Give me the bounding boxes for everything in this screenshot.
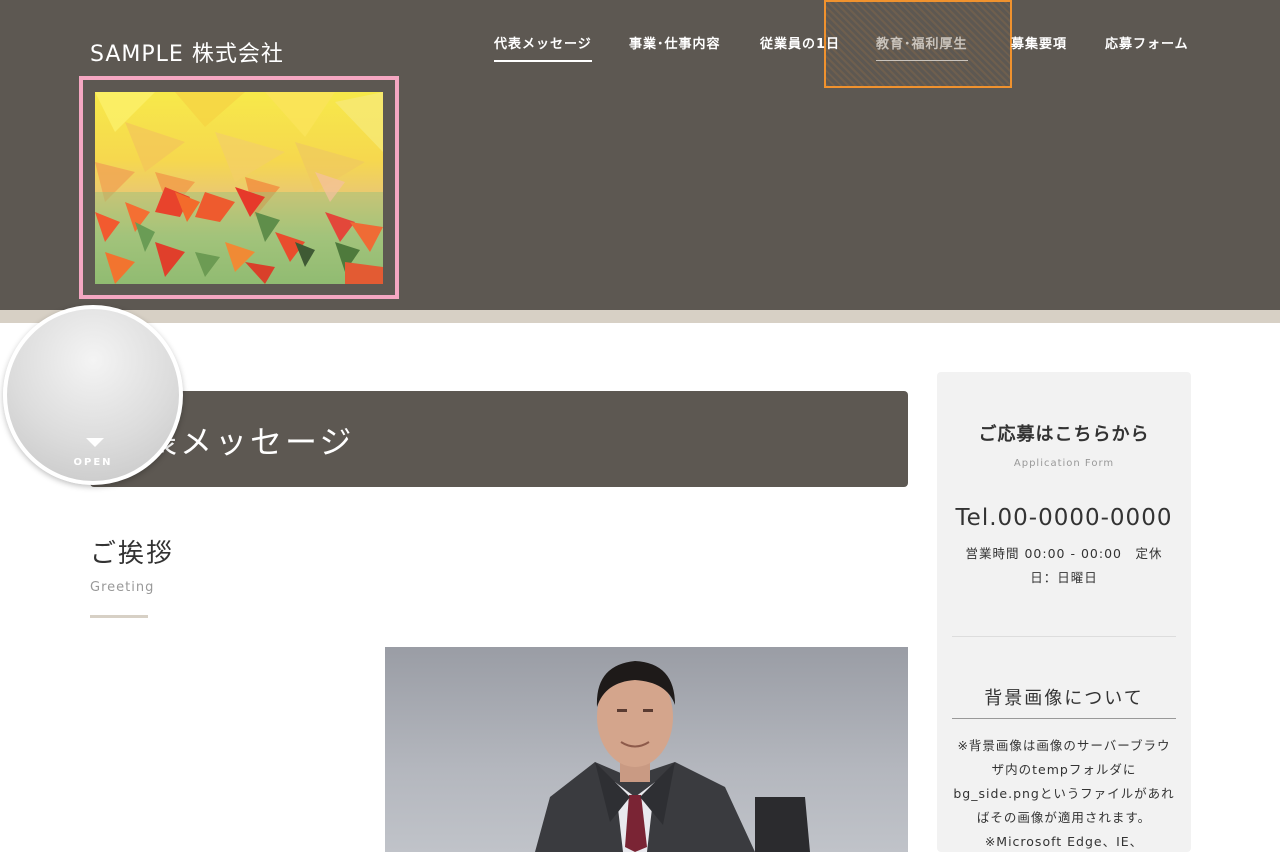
sidebar: ご応募はこちらから Application Form Tel.00-0000-0… [937,372,1191,852]
sidebar-business-hours: 営業時間 00:00 - 00:00 定休日：日曜日 [965,546,1163,585]
section-underline [90,615,148,618]
menu-open-button[interactable]: OPEN [3,305,183,485]
nav-item-education[interactable]: 教育･福利厚生 [876,33,968,61]
nav-item-message[interactable]: 代表メッセージ [494,33,592,62]
sidebar-bg-title: 背景画像について [952,684,1176,719]
global-nav: 代表メッセージ 事業･仕事内容 従業員の1日 教育･福利厚生 募集要項 応募フォ… [0,33,1280,63]
hero-image-frame [79,76,399,299]
nav-item-recruitment[interactable]: 募集要項 [1011,33,1067,60]
header-accent-strip [0,310,1280,323]
sidebar-phone-number[interactable]: Tel.00-0000-0000 [937,505,1191,531]
section-title: ご挨拶 [90,539,175,569]
nav-item-employee-day[interactable]: 従業員の1日 [760,33,840,60]
sidebar-bg-note: ※背景画像は画像のサーバーブラウザ内のtempフォルダにbg_side.pngと… [953,738,1175,849]
nav-item-application-form[interactable]: 応募フォーム [1105,33,1189,60]
site-header: SAMPLE 株式会社 代表メッセージ 事業･仕事内容 従業員の1日 教育･福利… [0,0,1280,310]
sidebar-apply-title: ご応募はこちらから [978,424,1150,445]
open-button-label: OPEN [73,457,113,468]
sidebar-divider [952,636,1176,637]
page-title-bar: 代表メッセージ [90,391,908,487]
section-subtitle: Greeting [90,580,155,595]
chevron-down-icon [86,438,104,447]
representative-photo [385,647,908,852]
hero-image-flowers [95,92,383,284]
sidebar-apply-subtitle: Application Form [1013,458,1115,469]
nav-item-business[interactable]: 事業･仕事内容 [629,33,721,60]
